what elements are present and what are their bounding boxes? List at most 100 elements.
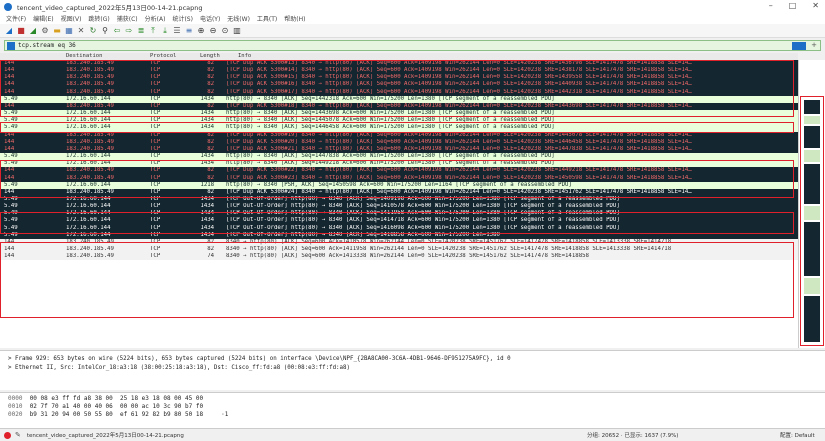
packet-row[interactable]: 144 183.240.185.49 TCP 82 [TCP Dup ACK 5300#… <box>0 167 798 175</box>
packet-number: 144 <box>4 74 15 81</box>
packet-list[interactable]: 144 183.240.185.49 TCP 82 [TCP Dup ACK 5300#… <box>0 60 798 348</box>
packet-row[interactable]: 144 183.240.185.49 TCP 82 [TCP Dup ACK 5300#… <box>0 67 798 75</box>
packet-row[interactable]: 5.49 172.16.60.144 TCP 1434 [TCP Out-Of-Orde… <box>0 195 798 204</box>
maximize-icon[interactable]: □ <box>789 1 797 10</box>
packet-length: 1434 <box>200 231 215 238</box>
packet-bytes-pane[interactable]: 0000 00 08 e3 ff fd a8 38 00 25 18 e3 18… <box>0 392 825 428</box>
packet-number: 144 <box>4 167 15 174</box>
minimize-icon[interactable]: – <box>769 1 773 10</box>
menu-item[interactable]: 编辑(E) <box>33 14 53 23</box>
packet-row[interactable]: 5.49 172.16.60.144 TCP 1434 http(80) → 8340 … <box>0 153 798 161</box>
packet-row[interactable]: 5.49 172.16.60.144 TCP 1434 http(80) → 8340 … <box>0 160 798 168</box>
packet-row[interactable]: 144 183.240.185.49 TCP 82 8340 → http(80) [A… <box>0 238 798 247</box>
save-icon[interactable]: ▦ <box>64 26 74 36</box>
packet-row[interactable]: 5.49 172.16.60.144 TCP 1434 http(80) → 8340 … <box>0 95 798 103</box>
display-filter-input[interactable]: tcp.stream eq 36 <box>18 42 76 49</box>
menu-item[interactable]: 帮助(H) <box>284 14 305 23</box>
packet-protocol: TCP <box>150 117 161 124</box>
packet-protocol: TCP <box>150 67 161 74</box>
autoscroll-icon[interactable]: ≡ <box>184 26 194 36</box>
open-folder-icon[interactable]: ▬ <box>52 26 62 36</box>
stop-icon[interactable]: ■ <box>16 26 26 36</box>
last-icon[interactable]: ⤓ <box>160 26 170 36</box>
colorize-icon[interactable]: ☰ <box>172 26 182 36</box>
menu-item[interactable]: 电话(Y) <box>200 14 220 23</box>
packet-row[interactable]: 5.49 172.16.60.144 TCP 1434 [TCP Out-Of-Orde… <box>0 224 798 232</box>
packet-row[interactable]: 144 183.240.185.49 TCP 82 [TCP Dup ACK 5300#… <box>0 131 798 139</box>
search-icon[interactable]: ⚲ <box>100 26 110 36</box>
packet-row[interactable]: 5.49 172.16.60.144 TCP 1434 [TCP Out-Of-Orde… <box>0 231 798 239</box>
shark-fin-start-icon[interactable]: ◢ <box>4 26 14 36</box>
edit-comment-icon[interactable]: ✎ <box>15 431 21 439</box>
hex-line[interactable]: 0000 00 08 e3 ff fd a8 38 00 25 18 e3 18… <box>8 395 825 403</box>
packet-info: [TCP Out-Of-Order] http(80) → 8340 [ACK]… <box>226 224 620 231</box>
bookmark-icon[interactable] <box>7 41 15 50</box>
packet-row[interactable]: 144 183.240.185.49 TCP 82 8340 → http(80) [A… <box>0 246 798 254</box>
forward-arrow-icon[interactable]: ⇨ <box>124 26 134 36</box>
packet-row[interactable]: 144 183.240.185.49 TCP 82 [TCP Dup ACK 5300#… <box>0 174 798 182</box>
menu-item[interactable]: 无线(W) <box>227 14 250 23</box>
packet-number: 144 <box>4 253 15 260</box>
goto-icon[interactable]: ≣ <box>136 26 146 36</box>
column-info[interactable]: Info <box>238 53 251 59</box>
resize-columns-icon[interactable]: ▥ <box>232 26 242 36</box>
packet-info: [TCP Dup ACK 5300#20] 8340 → http(80) [A… <box>226 138 692 145</box>
menu-item[interactable]: 分析(A) <box>145 14 166 23</box>
packet-row[interactable]: 144 183.240.185.49 TCP 82 [TCP Dup ACK 5300#… <box>0 88 798 96</box>
zoom-in-icon[interactable]: ⊕ <box>196 26 206 36</box>
packet-length: 1434 <box>200 195 215 202</box>
hex-line[interactable]: 0010 02 7f 70 a1 40 00 40 06 00 00 ac 10… <box>8 403 825 411</box>
column-protocol[interactable]: Protocol <box>150 53 177 59</box>
packet-row[interactable]: 5.49 172.16.60.144 TCP 1218 http(80) → 8340 … <box>0 181 798 189</box>
packet-row[interactable]: 144 183.240.185.49 TCP 82 [TCP Dup ACK 5300#… <box>0 60 798 68</box>
menu-item[interactable]: 文件(F) <box>6 14 26 23</box>
detail-ethernet-line[interactable]: > Ethernet II, Src: IntelCor_18:a3:18 (3… <box>8 364 825 373</box>
column-length[interactable]: Length <box>200 53 220 59</box>
packet-row[interactable]: 5.49 172.16.60.144 TCP 1434 [TCP Out-Of-Orde… <box>0 217 798 225</box>
packet-info: 8340 → http(80) [ACK] Seq=600 Ack=141195… <box>226 246 672 253</box>
packet-row[interactable]: 5.49 172.16.60.144 TCP 1434 http(80) → 8340 … <box>0 124 798 132</box>
packet-source: 183.240.185.49 <box>66 253 114 260</box>
menu-item[interactable]: 跳转(G) <box>88 14 109 23</box>
packet-row[interactable]: 5.49 172.16.60.144 TCP 1434 [TCP Out-Of-Orde… <box>0 210 798 218</box>
packet-row[interactable]: 144 183.240.185.49 TCP 82 [TCP Dup ACK 5300#… <box>0 145 798 154</box>
status-profile[interactable]: 配置: Default <box>780 431 815 439</box>
packet-row[interactable]: 144 183.240.185.49 TCP 82 [TCP Dup ACK 5300#… <box>0 102 798 111</box>
gear-icon[interactable]: ⚙ <box>40 26 50 36</box>
packet-row[interactable]: 144 183.240.185.49 TCP 82 [TCP Dup ACK 5300#… <box>0 74 798 82</box>
hex-line[interactable]: 0020 b9 31 20 94 00 50 55 80 ef 61 92 82… <box>8 411 825 419</box>
back-arrow-icon[interactable]: ⇦ <box>112 26 122 36</box>
close-icon[interactable]: ✕ <box>812 1 819 10</box>
packet-row[interactable]: 5.49 172.16.60.144 TCP 1434 http(80) → 8340 … <box>0 117 798 125</box>
packet-row[interactable]: 5.49 172.16.60.144 TCP 1434 [TCP Out-Of-Orde… <box>0 203 798 211</box>
packet-length: 1218 <box>200 181 215 188</box>
menu-item[interactable]: 统计(S) <box>172 14 193 23</box>
hex-bytes: 02 7f 70 a1 40 00 40 06 00 00 ac 10 3c 9… <box>29 403 204 410</box>
restart-icon[interactable]: ◢ <box>28 26 38 36</box>
packet-row[interactable]: 5.49 172.16.60.144 TCP 1434 http(80) → 8340 … <box>0 110 798 118</box>
apply-filter-button[interactable] <box>792 42 806 50</box>
menu-item[interactable]: 工具(T) <box>257 14 277 23</box>
packet-source: 172.16.60.144 <box>66 231 111 238</box>
detail-frame-line[interactable]: > Frame 929: 653 bytes on wire (5224 bit… <box>8 355 825 364</box>
first-icon[interactable]: ⤒ <box>148 26 158 36</box>
packet-row[interactable]: 144 183.240.185.49 TCP 82 [TCP Dup ACK 5300#… <box>0 188 798 196</box>
column-destination[interactable]: Destination <box>66 53 102 59</box>
packet-source: 183.240.185.49 <box>66 238 114 245</box>
close-file-icon[interactable]: ✕ <box>76 26 86 36</box>
packet-number: 5.49 <box>4 195 18 202</box>
expert-info-icon[interactable] <box>4 431 11 439</box>
zoom-out-icon[interactable]: ⊖ <box>208 26 218 36</box>
packet-protocol: TCP <box>150 131 161 138</box>
packet-row[interactable]: 144 183.240.185.49 TCP 82 [TCP Dup ACK 5300#… <box>0 138 798 146</box>
packet-details-pane[interactable]: > Frame 929: 653 bytes on wire (5224 bit… <box>0 350 825 390</box>
packet-row[interactable]: 144 183.240.185.49 TCP 74 8340 → http(80) [A… <box>0 253 798 261</box>
reload-icon[interactable]: ↻ <box>88 26 98 36</box>
add-filter-icon[interactable]: + <box>811 41 817 49</box>
menu-item[interactable]: 捕获(C) <box>117 14 138 23</box>
zoom-normal-icon[interactable]: ⊙ <box>220 26 230 36</box>
packet-row[interactable]: 144 183.240.185.49 TCP 82 [TCP Dup ACK 5300#… <box>0 81 798 89</box>
display-filter-bar[interactable]: tcp.stream eq 36 + <box>4 40 821 51</box>
packet-minimap[interactable] <box>798 60 825 348</box>
menu-item[interactable]: 视图(V) <box>61 14 82 23</box>
